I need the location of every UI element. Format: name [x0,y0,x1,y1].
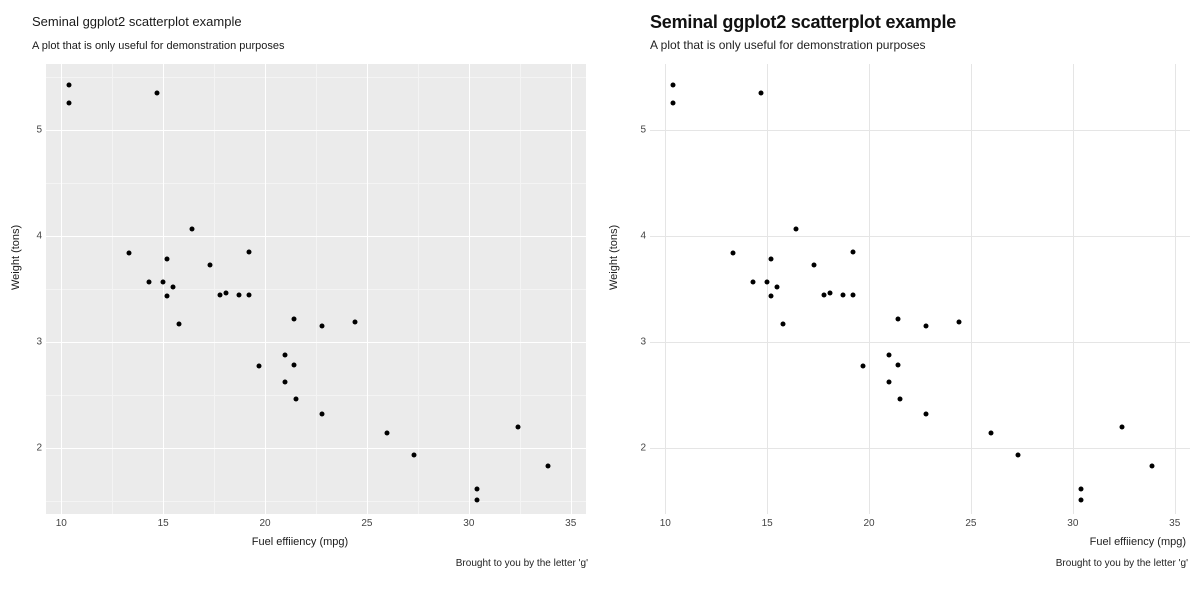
data-point [165,257,170,262]
chart-left: Seminal ggplot2 scatterplot example A pl… [0,0,600,600]
chart-pair: Seminal ggplot2 scatterplot example A pl… [0,0,1200,600]
x-axis-label: Fuel effiiency (mpg) [0,536,600,548]
y-tick-label: 3 [12,337,42,348]
y-tick-label: 2 [616,443,646,454]
data-point [860,364,865,369]
data-point [812,262,817,267]
chart-right: Seminal ggplot2 scatterplot example A pl… [600,0,1200,600]
data-point [730,250,735,255]
data-point [989,431,994,436]
data-point [218,293,223,298]
data-point [474,497,479,502]
data-point [1078,487,1083,492]
data-point [161,279,166,284]
data-point [956,319,961,324]
data-point [236,293,241,298]
data-point [769,257,774,262]
data-point [126,250,131,255]
data-point [775,284,780,289]
x-tick-label: 10 [56,518,67,529]
data-point [887,380,892,385]
x-tick-label: 30 [1067,518,1078,529]
chart-subtitle: A plot that is only useful for demonstra… [650,38,926,52]
data-point [320,324,325,329]
data-point [924,412,929,417]
x-axis-label: Fuel effiiency (mpg) [650,536,1190,548]
x-tick-label: 25 [965,518,976,529]
data-point [155,91,160,96]
chart-caption: Brought to you by the letter 'g' [1056,558,1188,569]
data-point [474,487,479,492]
y-tick-label: 3 [616,337,646,348]
data-point [850,293,855,298]
data-point [291,317,296,322]
data-point [246,250,251,255]
y-tick-label: 2 [12,443,42,454]
data-point [177,322,182,327]
data-point [1015,453,1020,458]
data-point [765,279,770,284]
y-tick-label: 4 [616,230,646,241]
data-point [246,293,251,298]
data-point [850,250,855,255]
data-point [515,424,520,429]
data-point [887,353,892,358]
chart-subtitle: A plot that is only useful for demonstra… [32,40,285,52]
data-point [385,431,390,436]
data-point [411,453,416,458]
x-tick-label: 10 [660,518,671,529]
data-point [208,262,213,267]
data-point [924,324,929,329]
chart-title: Seminal ggplot2 scatterplot example [650,12,956,33]
data-point [750,279,755,284]
chart-title: Seminal ggplot2 scatterplot example [32,14,242,29]
data-point [352,319,357,324]
data-point [671,101,676,106]
data-point [759,91,764,96]
data-point [293,396,298,401]
y-tick-label: 4 [12,230,42,241]
plot-area-right [650,64,1190,514]
data-point [1119,424,1124,429]
data-point [256,364,261,369]
x-tick-label: 20 [863,518,874,529]
y-tick-label: 5 [616,124,646,135]
x-tick-label: 25 [361,518,372,529]
data-point [1150,463,1155,468]
data-point [769,293,774,298]
x-tick-label: 35 [565,518,576,529]
data-point [781,322,786,327]
data-point [291,363,296,368]
x-tick-label: 30 [463,518,474,529]
chart-caption: Brought to you by the letter 'g' [456,558,588,569]
y-tick-label: 5 [12,124,42,135]
data-point [224,291,229,296]
data-point [283,353,288,358]
data-point [189,226,194,231]
data-point [67,82,72,87]
data-point [1078,497,1083,502]
x-tick-label: 35 [1169,518,1180,529]
data-point [165,293,170,298]
data-point [283,380,288,385]
x-tick-label: 20 [259,518,270,529]
x-tick-label: 15 [762,518,773,529]
x-tick-label: 15 [158,518,169,529]
data-point [895,363,900,368]
data-point [67,101,72,106]
data-point [671,82,676,87]
data-point [146,279,151,284]
data-point [840,293,845,298]
data-point [822,293,827,298]
plot-area-left [46,64,586,514]
data-point [895,317,900,322]
data-point [793,226,798,231]
data-point [320,412,325,417]
data-point [171,284,176,289]
data-point [828,291,833,296]
data-point [546,463,551,468]
data-point [897,396,902,401]
